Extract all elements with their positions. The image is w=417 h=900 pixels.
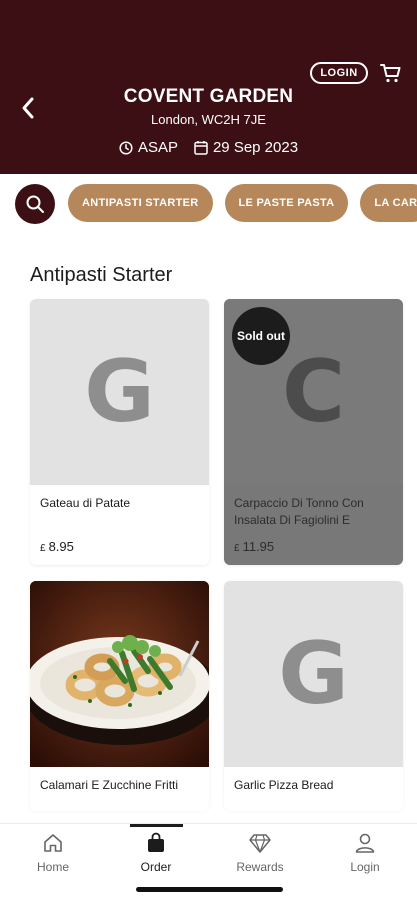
search-button[interactable] [15, 184, 55, 224]
nav-rewards[interactable]: Rewards [220, 832, 300, 874]
item-price: £8.95 [40, 539, 74, 554]
time-option[interactable]: ASAP [119, 139, 178, 156]
nav-label: Home [36, 860, 69, 874]
placeholder-letter: C [281, 342, 346, 442]
category-chips: ANTIPASTI STARTER LE PASTE PASTA LA CAR [68, 184, 417, 222]
search-icon [26, 195, 44, 213]
login-button[interactable]: LOGIN [310, 62, 368, 84]
date-label: 29 Sep 2023 [212, 139, 299, 156]
nav-label: Rewards [236, 860, 284, 874]
price-value: 11.95 [242, 539, 275, 554]
nav-login[interactable]: Login [325, 832, 405, 874]
nav-home[interactable]: Home [13, 832, 93, 874]
category-chip[interactable]: ANTIPASTI STARTER [68, 184, 213, 222]
price-value: 8.95 [48, 539, 74, 554]
time-label: ASAP [137, 139, 178, 156]
item-price: £11.95 [234, 539, 274, 554]
date-option[interactable]: 29 Sep 2023 [194, 139, 298, 156]
store-header: LOGIN COVENT GARDEN London, WC2H 7JE ASA… [0, 0, 417, 174]
scroll-fade [0, 790, 417, 824]
calendar-icon [194, 141, 208, 155]
order-time-selector[interactable]: ASAP 29 Sep 2023 [0, 139, 417, 156]
nav-order[interactable]: Order [116, 832, 196, 874]
item-name: Gateau di Patate [40, 496, 131, 510]
item-photo [30, 581, 209, 767]
cart-icon [380, 64, 401, 83]
user-icon [355, 833, 375, 853]
category-bar: ANTIPASTI STARTER LE PASTE PASTA LA CAR [0, 174, 417, 234]
menu-item-card[interactable]: Calamari E Zucchine Fritti [30, 581, 209, 811]
placeholder-letter: G [84, 342, 155, 442]
item-placeholder-image: G [224, 581, 403, 767]
home-indicator [136, 887, 283, 892]
item-name: Carpaccio Di Tonno Con Insalata Di Fagio… [234, 496, 364, 527]
nav-label: Order [140, 860, 172, 874]
cart-button[interactable] [379, 61, 403, 85]
item-placeholder-image: G [30, 299, 209, 485]
menu-item-card[interactable]: C Sold out Carpaccio Di Tonno Con Insala… [224, 299, 403, 565]
home-icon [44, 834, 62, 852]
placeholder-letter: G [278, 624, 349, 724]
sold-out-badge: Sold out [232, 307, 290, 365]
currency-symbol: £ [234, 543, 240, 554]
currency-symbol: £ [40, 543, 46, 554]
section-title: Antipasti Starter [30, 264, 173, 286]
bag-icon [148, 832, 164, 852]
menu-item-card[interactable]: G Garlic Pizza Bread [224, 581, 403, 811]
category-chip[interactable]: LA CAR [360, 184, 417, 222]
nav-label: Login [350, 860, 380, 874]
clock-icon [119, 140, 133, 155]
menu-item-card[interactable]: G Gateau di Patate £8.95 [30, 299, 209, 565]
store-name: COVENT GARDEN [123, 86, 294, 107]
store-address: London, WC2H 7JE [151, 112, 266, 127]
item-placeholder-image: C Sold out [224, 299, 403, 485]
category-chip[interactable]: LE PASTE PASTA [224, 184, 349, 222]
diamond-icon [249, 834, 271, 853]
food-photo [30, 581, 209, 767]
active-tab-indicator [130, 824, 183, 827]
